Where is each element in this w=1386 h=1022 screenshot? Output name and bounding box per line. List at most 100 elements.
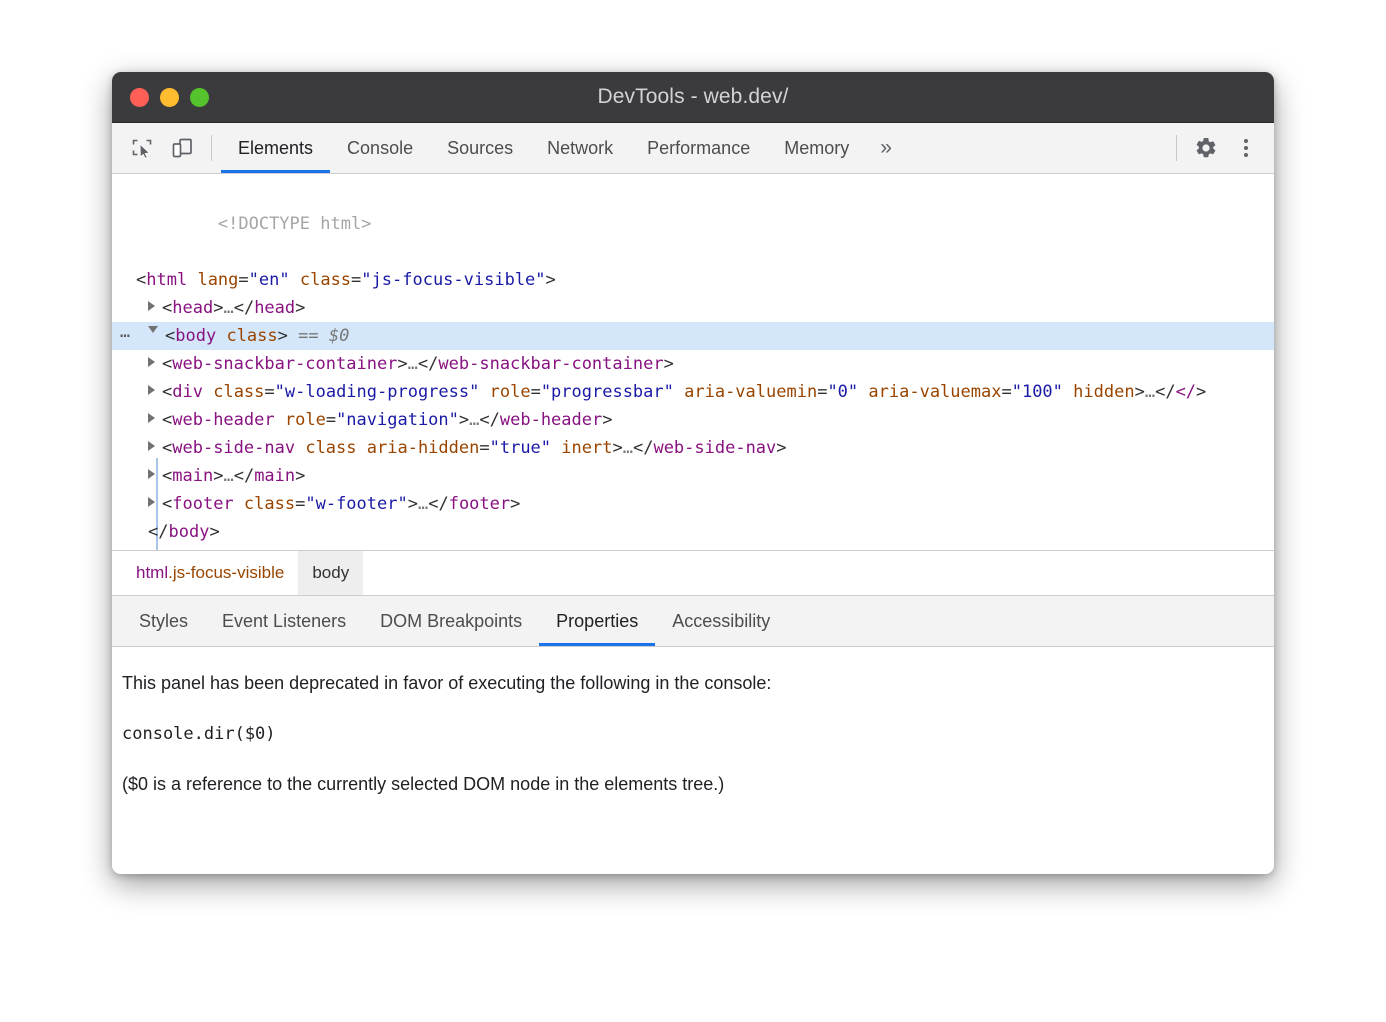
div-eq1: = [264, 382, 274, 402]
wh-close-lt: </ [479, 410, 499, 430]
expand-triangle-snackbar-icon[interactable] [148, 357, 155, 367]
attr-footer-class-value: "w-footer" [305, 494, 407, 514]
body-space [216, 326, 226, 346]
close-window-button[interactable] [130, 88, 149, 107]
expand-triangle-div-icon[interactable] [148, 385, 155, 395]
collapse-triangle-body-icon[interactable] [148, 326, 158, 338]
tab-properties[interactable]: Properties [539, 596, 655, 646]
wsn-eq: = [479, 438, 489, 458]
attr-web-header-role: role [285, 410, 326, 430]
tag-html: html [146, 270, 187, 290]
dom-node-body-close[interactable]: </body> [112, 518, 1274, 546]
wh-gt: > [459, 410, 469, 430]
node-badge-ellipsis[interactable]: ⋯ [120, 322, 131, 350]
dom-node-body-selected[interactable]: ⋯<body class> == $0 [112, 322, 1274, 350]
dom-node-html-close[interactable]: </html> [112, 546, 1274, 551]
punct-gt: > [546, 270, 556, 290]
tab-styles[interactable]: Styles [122, 596, 205, 646]
tab-event-listeners-label: Event Listeners [222, 611, 346, 632]
dom-node-web-snackbar-container[interactable]: <web-snackbar-container>…</web-snackbar-… [112, 350, 1274, 378]
tag-web-header-close: web-header [500, 410, 602, 430]
snk-close-gt: > [664, 354, 674, 374]
tab-event-listeners[interactable]: Event Listeners [205, 596, 363, 646]
tab-elements[interactable]: Elements [221, 123, 330, 173]
div-sp2 [479, 382, 489, 402]
minimize-window-button[interactable] [160, 88, 179, 107]
dom-node-footer[interactable]: <footer class="w-footer">…</footer> [112, 490, 1274, 518]
attr-class-value: "js-focus-visible" [361, 270, 545, 290]
breadcrumb-item-html[interactable]: html .js-focus-visible [122, 551, 298, 595]
mn-dots: … [223, 466, 233, 486]
tab-memory-label: Memory [784, 138, 849, 159]
toolbar-divider [211, 135, 212, 161]
tag-body: body [175, 326, 216, 346]
div-lt: < [162, 382, 172, 402]
expand-triangle-web-header-icon[interactable] [148, 413, 155, 423]
tag-html-close: html [156, 550, 197, 551]
attr-inert: inert [561, 438, 612, 458]
wsn-lt: < [162, 438, 172, 458]
div-sp4 [858, 382, 868, 402]
tab-console[interactable]: Console [330, 123, 430, 173]
expand-triangle-main-icon[interactable] [148, 469, 155, 479]
expand-triangle-footer-icon[interactable] [148, 497, 155, 507]
bodyc-gt: > [209, 522, 219, 542]
gear-icon[interactable] [1186, 123, 1226, 173]
tab-accessibility[interactable]: Accessibility [655, 596, 787, 646]
attr-aria-valuemin: aria-valuemin [684, 382, 817, 402]
breadcrumb-html-class: .js-focus-visible [168, 563, 284, 583]
head-lt: < [162, 298, 172, 318]
dom-node-html-open[interactable]: <html lang="en" class="js-focus-visible"… [112, 266, 1274, 294]
more-vertical-icon[interactable] [1226, 123, 1266, 173]
ft-lt: < [162, 494, 172, 514]
eq-2: = [351, 270, 361, 290]
attr-div-class: class [213, 382, 264, 402]
attr-aria-hidden-value: "true" [490, 438, 551, 458]
dom-node-main[interactable]: <main>…</main> [112, 462, 1274, 490]
div-sp5 [1063, 382, 1073, 402]
wsn-close-gt: > [776, 438, 786, 458]
tab-memory[interactable]: Memory [767, 123, 866, 173]
mn-close-gt: > [295, 466, 305, 486]
breadcrumb-item-body[interactable]: body [298, 551, 363, 595]
tab-elements-label: Elements [238, 138, 313, 159]
inspect-element-icon[interactable] [122, 123, 162, 173]
div-gt: > [1135, 382, 1145, 402]
dom-node-doctype[interactable]: <!DOCTYPE html> [112, 182, 1274, 266]
eq-1: = [238, 270, 248, 290]
div-close-lt: </ [1155, 382, 1175, 402]
device-toolbar-icon[interactable] [162, 123, 202, 173]
dom-tree-panel[interactable]: <!DOCTYPE html> <html lang="en" class="j… [112, 174, 1274, 551]
tab-sources[interactable]: Sources [430, 123, 530, 173]
tab-dom-breakpoints[interactable]: DOM Breakpoints [363, 596, 539, 646]
devtools-toolbar: Elements Console Sources Network Perform… [112, 123, 1274, 174]
attr-aria-hidden: aria-hidden [367, 438, 480, 458]
expand-triangle-web-side-nav-icon[interactable] [148, 441, 155, 451]
window-title: DevTools - web.dev/ [112, 85, 1274, 109]
dom-node-web-header[interactable]: <web-header role="navigation">…</web-hea… [112, 406, 1274, 434]
properties-pane: This panel has been deprecated in favor … [112, 647, 1274, 874]
tab-network[interactable]: Network [530, 123, 630, 173]
traffic-light-group [130, 72, 209, 122]
dom-node-head[interactable]: <head>…</head> [112, 294, 1274, 322]
expand-triangle-head-icon[interactable] [148, 301, 155, 311]
tag-web-snackbar-container: web-snackbar-container [172, 354, 397, 374]
tag-web-header: web-header [172, 410, 274, 430]
ft-gt: > [408, 494, 418, 514]
dom-node-web-side-nav[interactable]: <web-side-nav class aria-hidden="true" i… [112, 434, 1274, 462]
space-1 [187, 270, 197, 290]
dom-node-div-loading-progress[interactable]: <div class="w-loading-progress" role="pr… [112, 378, 1274, 406]
punct-lt: < [136, 270, 146, 290]
tag-head: head [172, 298, 213, 318]
tab-performance[interactable]: Performance [630, 123, 767, 173]
tag-footer-close: footer [449, 494, 510, 514]
toolbar-divider-right [1176, 135, 1177, 161]
more-tabs-chevron-icon[interactable]: » [866, 123, 906, 173]
div-eq4: = [1001, 382, 1011, 402]
wh-lt: < [162, 410, 172, 430]
tab-properties-label: Properties [556, 611, 638, 632]
sidebar-tab-list: Styles Event Listeners DOM Breakpoints P… [112, 596, 1274, 647]
head-dots: … [223, 298, 233, 318]
maximize-window-button[interactable] [190, 88, 209, 107]
attr-footer-class: class [244, 494, 295, 514]
